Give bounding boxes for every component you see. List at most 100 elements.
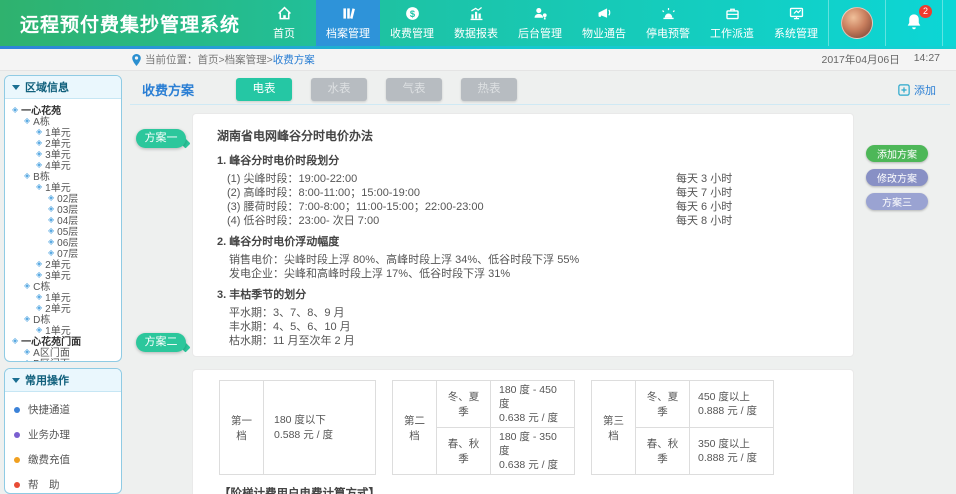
diamond-node-icon: ◈ (36, 183, 42, 191)
bullet-dot-icon (14, 407, 20, 413)
user-area: 2 (828, 0, 956, 46)
notifications-button[interactable]: 2 (905, 12, 923, 35)
tier3-price-winter: 0.888 元 / 度 (698, 404, 767, 418)
diamond-node-icon: ◈ (12, 106, 18, 114)
current-date: 2017年04月06日 (822, 52, 900, 67)
brand: 远程预付费集抄管理系统 (0, 0, 252, 46)
diamond-node-icon: ◈ (12, 337, 18, 345)
tier3-season-spring: 春、秋季 (636, 428, 690, 475)
nav-item-outage-alert[interactable]: 停电预警 (636, 0, 700, 46)
meter-tabs: 电表 水表 气表 热表 (236, 78, 517, 101)
ops-item-label: 业务办理 (28, 427, 70, 442)
tier2-price-spring: 0.638 元 / 度 (499, 458, 568, 472)
tier2-range-spring: 180 度 - 350 度 (499, 430, 568, 458)
user-avatar[interactable] (841, 7, 873, 39)
nav-item-fees[interactable]: $ 收费管理 (380, 0, 444, 46)
add-button-label: 添加 (914, 82, 936, 98)
breadcrumb-archive[interactable]: 档案管理 (225, 52, 267, 67)
svg-text:$: $ (409, 9, 415, 19)
nav-item-dispatch[interactable]: 工作派遣 (700, 0, 764, 46)
tree-node[interactable]: ◈ 4单元 (8, 159, 118, 170)
tier2-name: 第二档 (393, 381, 437, 475)
tier1-name: 第一档 (220, 381, 264, 475)
tier3-value-winter: 450 度以上 0.888 元 / 度 (690, 381, 774, 428)
ops-item[interactable]: 业务办理 (14, 427, 112, 442)
breadcrumb-current: 收费方案 (273, 52, 315, 67)
diamond-node-icon: ◈ (36, 150, 42, 158)
nav-item-archive[interactable]: 档案管理 (316, 0, 380, 46)
notice-megaphone-icon (596, 5, 613, 22)
page-title: 收费方案 (142, 80, 194, 99)
nav-item-backend[interactable]: 后台管理 (508, 0, 572, 46)
nav-label: 档案管理 (326, 25, 370, 41)
period-row: (1) 尖峰时段：19:00-22:00 每天 3 小时 (217, 172, 762, 186)
nav-label: 物业通告 (582, 25, 626, 41)
nav-label: 首页 (273, 25, 295, 41)
logout-button[interactable] (943, 13, 956, 33)
plan-action-buttons: 添加方案 修改方案 方案三 (866, 145, 928, 210)
sidebar: 区域信息 ◈ 一心花苑 ◈ A栋 ◈ 1单元 (4, 75, 122, 494)
nav-item-notices[interactable]: 物业通告 (572, 0, 636, 46)
region-panel-header[interactable]: 区域信息 (5, 76, 121, 99)
tab-gas-meter[interactable]: 气表 (386, 78, 442, 101)
tree-node[interactable]: ◈ 2单元 (8, 302, 118, 313)
tier3-range-spring: 350 度以上 (698, 437, 767, 451)
diamond-node-icon: ◈ (48, 205, 54, 213)
tab-heat-meter[interactable]: 热表 (461, 78, 517, 101)
tier3-value-spring: 350 度以上 0.888 元 / 度 (690, 428, 774, 475)
collapse-arrow-icon (12, 85, 20, 90)
tree-node[interactable]: ◈ B区门面 (8, 357, 118, 362)
ops-item-label: 帮 助 (28, 477, 60, 492)
plan1-title: 湖南省电网峰谷分时电价办法 (217, 127, 833, 144)
nav-item-home[interactable]: 首页 (252, 0, 316, 46)
tree-node-label: B区门面 (33, 355, 70, 362)
nav-item-reports[interactable]: 数据报表 (444, 0, 508, 46)
add-button[interactable]: 添加 (898, 82, 936, 98)
plan2-card: 第一档 180 度以下 0.588 元 / 度 第二档 冬、夏季 (192, 369, 854, 494)
breadcrumb-home[interactable]: 首页 (198, 52, 219, 67)
period-hours: 每天 3 小时 (676, 172, 762, 186)
tier2-table: 第二档 冬、夏季 180 度 - 450 度 0.638 元 / 度 春、秋季 … (392, 380, 575, 475)
plan1-card: 湖南省电网峰谷分时电价办法 1. 峰谷分时电价时段划分 (1) 尖峰时段：19:… (192, 113, 854, 357)
diamond-node-icon: ◈ (48, 227, 54, 235)
ops-item[interactable]: 缴费充值 (14, 452, 112, 467)
tier1-table: 第一档 180 度以下 0.588 元 / 度 (219, 380, 376, 475)
edit-plan-button[interactable]: 修改方案 (866, 169, 928, 186)
home-icon (276, 5, 293, 22)
tier2-value-winter: 180 度 - 450 度 0.638 元 / 度 (491, 381, 575, 428)
tier3-table: 第三档 冬、夏季 450 度以上 0.888 元 / 度 春、秋季 350 度以… (591, 380, 774, 475)
tab-water-meter[interactable]: 水表 (311, 78, 367, 101)
period-row: (2) 高峰时段：8:00-11:00；15:00-19:00 每天 7 小时 (217, 186, 762, 200)
ops-item-label: 缴费充值 (28, 452, 70, 467)
tree-node[interactable]: ◈ 一心花苑 (8, 104, 118, 115)
period-row: (3) 腰荷时段：7:00-8:00；11:00-15:00；22:00-23:… (217, 200, 762, 214)
period-row: (4) 低谷时段：23:00- 次日 7:00 每天 8 小时 (217, 214, 762, 228)
region-tree: ◈ 一心花苑 ◈ A栋 ◈ 1单元 ◈ 2单元 (5, 99, 121, 362)
diamond-node-icon: ◈ (24, 359, 30, 363)
plan3-button[interactable]: 方案三 (866, 193, 928, 210)
period-hours: 每天 7 小时 (676, 186, 762, 200)
plan-text-line: 枯水期：11 月至次年 2 月 (217, 334, 833, 348)
tier3-name: 第三档 (592, 381, 636, 475)
dispatch-briefcase-icon (724, 5, 741, 22)
plans-content: 方案一 湖南省电网峰谷分时电价办法 1. 峰谷分时电价时段划分 (1) 尖峰时段… (130, 105, 950, 494)
tier3-range-winter: 450 度以上 (698, 390, 767, 404)
add-plan-button[interactable]: 添加方案 (866, 145, 928, 162)
plan2-badge: 方案二 (136, 333, 186, 352)
plan1-badge: 方案一 (136, 129, 186, 148)
tab-electric-meter[interactable]: 电表 (236, 78, 292, 101)
plan1-section2-lines: 销售电价：尖峰时段上浮 80%、高峰时段上浮 34%、低谷时段下浮 55%发电企… (217, 253, 833, 281)
ops-item-label: 快捷通道 (28, 402, 70, 417)
plan-text-line: 平水期：3、7、8、9 月 (217, 306, 833, 320)
plan1-periods: (1) 尖峰时段：19:00-22:00 每天 3 小时 (2) 高峰时段：8:… (217, 172, 833, 228)
period-hours: 每天 6 小时 (676, 200, 762, 214)
ops-item[interactable]: 快捷通道 (14, 402, 112, 417)
plan1-section2-title: 2. 峰谷分时电价浮动幅度 (217, 233, 833, 249)
ops-panel-header[interactable]: 常用操作 (5, 369, 121, 392)
nav-item-system[interactable]: 系统管理 (764, 0, 828, 46)
plan1-section1-title: 1. 峰谷分时电价时段划分 (217, 152, 833, 168)
ops-item[interactable]: 帮 助 (14, 477, 112, 492)
tree-node[interactable]: ◈ 3单元 (8, 269, 118, 280)
diamond-node-icon: ◈ (24, 348, 30, 356)
diamond-node-icon: ◈ (24, 117, 30, 125)
